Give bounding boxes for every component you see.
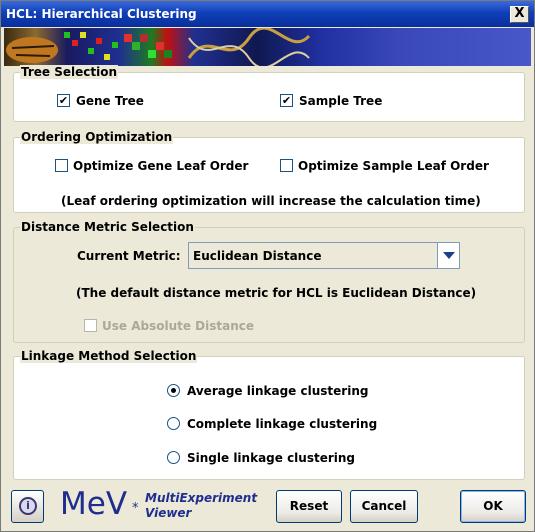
average-linkage-label[interactable]: Average linkage clustering bbox=[187, 384, 368, 398]
reset-button[interactable]: Reset bbox=[276, 490, 342, 523]
info-icon: i bbox=[19, 497, 37, 515]
single-linkage-radio[interactable] bbox=[167, 451, 180, 464]
tiger-icon bbox=[6, 37, 58, 63]
distance-metric-note: (The default distance metric for HCL is … bbox=[76, 286, 477, 300]
title-bar[interactable]: HCL: Hierarchical Clustering X bbox=[1, 1, 534, 27]
optimize-gene-leaf-label[interactable]: Optimize Gene Leaf Order bbox=[73, 159, 248, 173]
optimize-sample-leaf-checkbox[interactable] bbox=[280, 159, 293, 172]
mev-logo-subtitle: MultiExperiment Viewer bbox=[145, 491, 257, 521]
complete-linkage-label[interactable]: Complete linkage clustering bbox=[187, 417, 377, 431]
linkage-method-legend: Linkage Method Selection bbox=[20, 349, 198, 363]
logo-subtitle-line1: MultiExperiment bbox=[145, 491, 258, 505]
single-linkage-label[interactable]: Single linkage clustering bbox=[187, 451, 355, 465]
gene-tree-checkbox[interactable]: ✔ bbox=[57, 94, 70, 107]
sample-tree-label[interactable]: Sample Tree bbox=[299, 94, 382, 108]
close-button[interactable]: X bbox=[510, 6, 529, 23]
complete-linkage-radio[interactable] bbox=[167, 417, 180, 430]
gene-tree-label[interactable]: Gene Tree bbox=[76, 94, 144, 108]
optimize-sample-leaf-label[interactable]: Optimize Sample Leaf Order bbox=[298, 159, 489, 173]
mev-logo: MeV bbox=[60, 486, 128, 522]
window-title: HCL: Hierarchical Clustering bbox=[6, 7, 197, 21]
use-absolute-distance-label[interactable]: Use Absolute Distance bbox=[102, 319, 254, 333]
optimize-gene-leaf-checkbox[interactable] bbox=[55, 159, 68, 172]
average-linkage-radio[interactable] bbox=[167, 384, 180, 397]
info-button[interactable]: i bbox=[11, 490, 44, 523]
hcl-dialog: HCL: Hierarchical Clustering X Tree Sele… bbox=[0, 0, 535, 532]
current-metric-label: Current Metric: bbox=[77, 249, 181, 263]
ok-button[interactable]: OK bbox=[460, 490, 526, 523]
use-absolute-distance-checkbox[interactable] bbox=[84, 319, 97, 332]
distance-metric-value: Euclidean Distance bbox=[193, 249, 322, 263]
mev-logo-star: * bbox=[132, 501, 139, 516]
mev-banner-image bbox=[4, 28, 531, 66]
distance-metric-select[interactable]: Euclidean Distance bbox=[188, 242, 460, 269]
distance-metric-legend: Distance Metric Selection bbox=[20, 220, 195, 234]
banner-graphics bbox=[6, 28, 311, 66]
ordering-note: (Leaf ordering optimization will increas… bbox=[61, 194, 481, 208]
dropdown-arrow-button[interactable] bbox=[437, 243, 459, 268]
ordering-optimization-legend: Ordering Optimization bbox=[20, 130, 174, 144]
radio-selected-dot bbox=[171, 388, 176, 393]
chevron-down-icon bbox=[443, 252, 455, 259]
sample-tree-checkbox[interactable]: ✔ bbox=[280, 94, 293, 107]
tree-selection-legend: Tree Selection bbox=[20, 65, 119, 79]
logo-subtitle-line2: Viewer bbox=[145, 506, 192, 520]
cancel-button[interactable]: Cancel bbox=[350, 490, 418, 523]
